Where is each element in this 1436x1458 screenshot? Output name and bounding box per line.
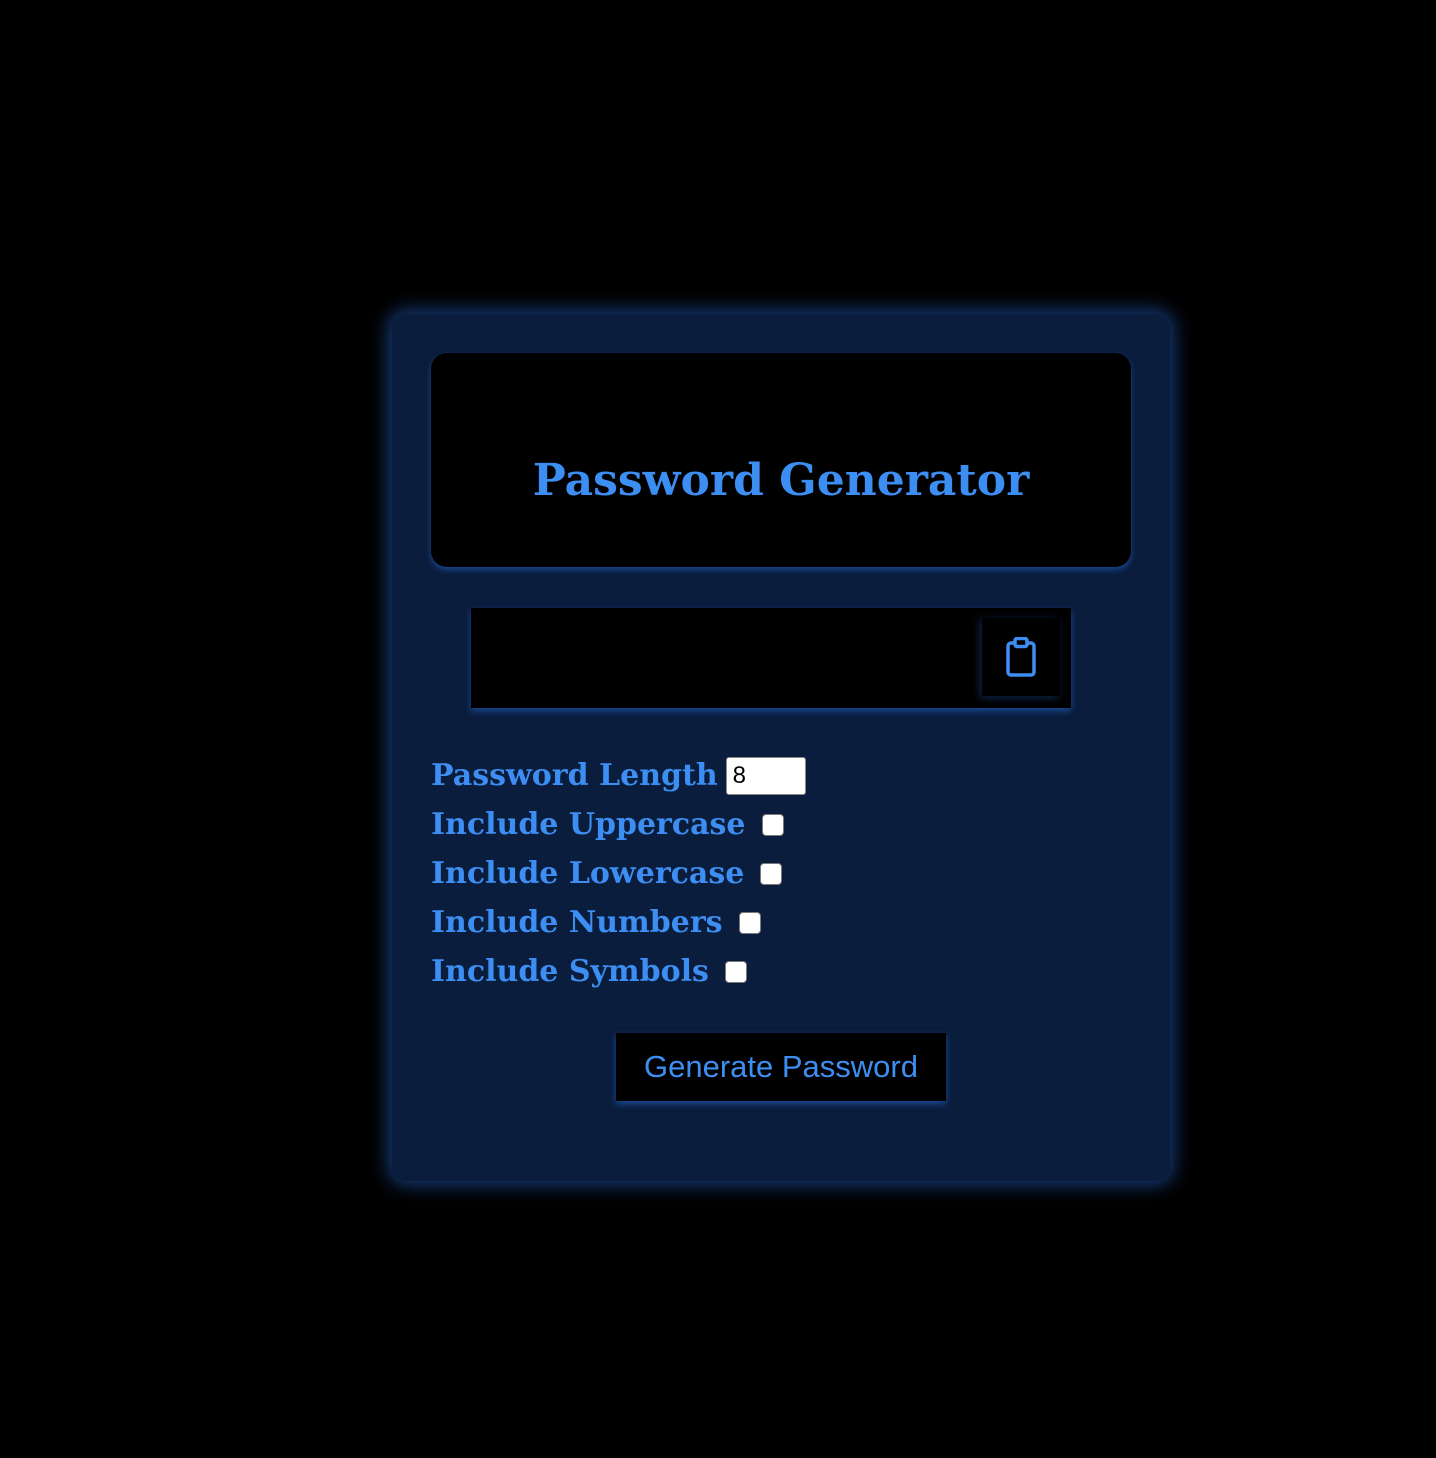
options-list: Password Length Include Uppercase Includ… — [431, 751, 806, 996]
password-length-label: Password Length — [431, 757, 718, 793]
symbols-checkbox[interactable] — [724, 960, 747, 983]
numbers-label: Include Numbers — [431, 904, 723, 940]
uppercase-label: Include Uppercase — [431, 806, 746, 842]
option-symbols: Include Symbols — [431, 947, 806, 996]
numbers-checkbox[interactable] — [738, 911, 761, 934]
generate-password-button[interactable]: Generate Password — [616, 1033, 946, 1101]
password-output[interactable] — [471, 608, 1071, 708]
option-length: Password Length — [431, 751, 806, 800]
password-length-input[interactable] — [725, 756, 806, 795]
lowercase-checkbox[interactable] — [760, 862, 783, 885]
symbols-label: Include Symbols — [431, 953, 709, 989]
page-title: Password Generator — [532, 455, 1030, 506]
option-uppercase: Include Uppercase — [431, 800, 806, 849]
lowercase-label: Include Lowercase — [431, 855, 745, 891]
option-lowercase: Include Lowercase — [431, 849, 806, 898]
title-box: Password Generator — [431, 353, 1131, 567]
clipboard-icon — [1006, 637, 1036, 677]
password-generator-card: Password Generator Password Length Inclu… — [392, 314, 1170, 1181]
copy-button[interactable] — [982, 618, 1060, 696]
option-numbers: Include Numbers — [431, 898, 806, 947]
uppercase-checkbox[interactable] — [761, 813, 784, 836]
